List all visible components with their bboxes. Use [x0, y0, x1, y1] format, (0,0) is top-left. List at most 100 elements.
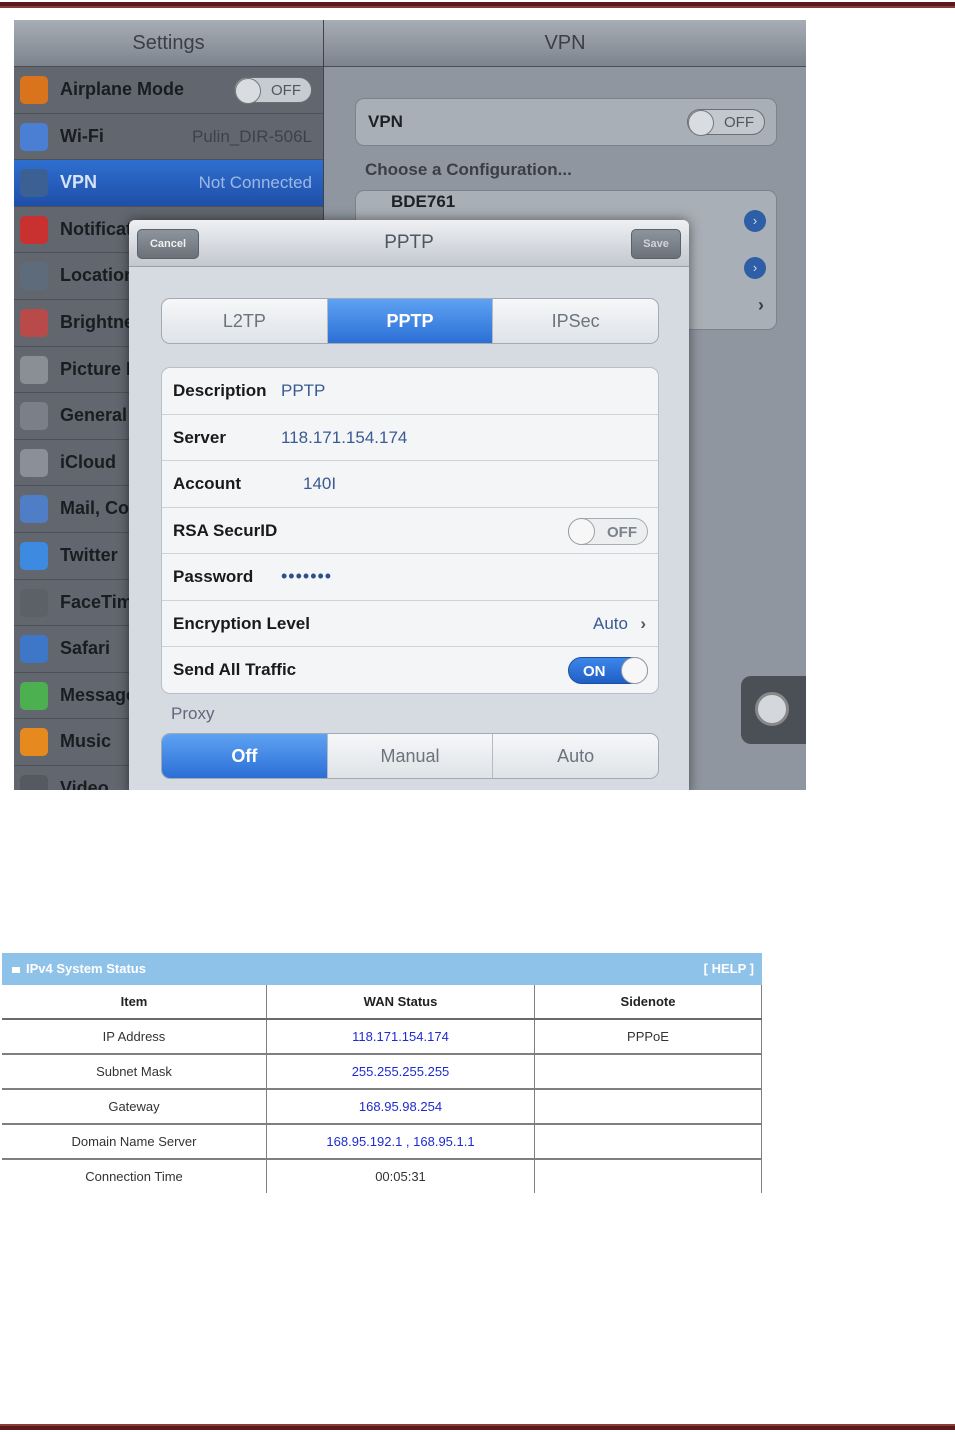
server-row[interactable]: Server 118.171.154.174 — [162, 415, 658, 461]
toggle-knob — [621, 657, 648, 684]
sidebar-item-label: VPN — [60, 172, 98, 193]
proxy-manual[interactable]: Manual — [328, 734, 494, 778]
account-row[interactable]: Account 140I — [162, 461, 658, 508]
settings-title: Settings — [14, 20, 323, 67]
music-icon — [20, 728, 48, 757]
save-button[interactable]: Save — [631, 229, 681, 259]
top-rule — [0, 2, 955, 8]
row-item: Connection Time — [2, 1159, 267, 1193]
assistive-touch-button[interactable] — [741, 676, 806, 744]
rsa-toggle-text: OFF — [607, 523, 637, 541]
status-title: IPv4 System Status — [26, 961, 146, 976]
bullet-icon — [12, 966, 20, 973]
sidebar-item-label: Music — [60, 731, 112, 752]
sidebar-item-label: FaceTim — [60, 591, 133, 612]
proxy-off[interactable]: Off — [162, 734, 328, 778]
safari-icon — [20, 635, 48, 664]
server-field[interactable]: 118.171.154.174 — [281, 415, 407, 460]
rsa-toggle[interactable]: OFF — [568, 517, 648, 545]
sidebar-item-label: Airplane Mode — [60, 79, 185, 99]
detail-disclosure-icon[interactable]: › — [744, 257, 766, 279]
segment-l2tp[interactable]: L2TP — [162, 299, 328, 343]
config-name: BDE761 — [391, 192, 456, 211]
password-row[interactable]: Password ••••••• — [162, 554, 658, 601]
row-wan: 255.255.255.255 — [266, 1054, 535, 1090]
send-all-traffic-row: Send All Traffic ON — [162, 647, 658, 693]
row-wan: 168.95.192.1 , 168.95.1.1 — [266, 1124, 535, 1160]
vpn-toggle-group: VPN OFF — [355, 98, 777, 146]
rsa-row: RSA SecurID OFF — [162, 508, 658, 554]
send-all-traffic-toggle[interactable]: ON — [568, 657, 648, 684]
status-header: IPv4 System Status [ HELP ] — [2, 953, 762, 985]
sidebar-item-label: Wi-Fi — [60, 125, 104, 146]
gear-icon — [20, 402, 48, 431]
sidebar-item-label: Video — [60, 777, 109, 790]
toggle-knob — [235, 78, 261, 104]
table-row: IP Address 118.171.154.174 PPPoE — [2, 1019, 762, 1055]
brightness-icon — [20, 308, 48, 337]
send-all-traffic-label: Send All Traffic — [173, 660, 297, 679]
column-header: Sidenote — [534, 985, 762, 1020]
segment-ipsec[interactable]: IPSec — [493, 299, 658, 343]
row-wan: 168.95.98.254 — [266, 1089, 535, 1125]
segment-pptp[interactable]: PPTP — [327, 299, 494, 343]
sidebar-item-value: Pulin_DIR-506L — [191, 126, 312, 146]
sidebar-item[interactable]: Wi-Fi Pulin_DIR-506L — [14, 113, 323, 161]
messages-icon — [20, 681, 48, 710]
mail-icon — [20, 495, 48, 524]
vpn-toggle-text: OFF — [724, 114, 754, 131]
row-note — [534, 1089, 762, 1125]
description-row[interactable]: Description PPTP — [162, 368, 658, 415]
sidebar-item-label: Brightne — [60, 311, 134, 332]
row-item: Domain Name Server — [2, 1124, 267, 1160]
vpn-label: VPN — [368, 112, 403, 131]
encryption-row[interactable]: Encryption Level Auto › — [162, 601, 658, 647]
sidebar-item-label: Mail, Co — [60, 498, 130, 519]
sidebar-item[interactable]: Airplane Mode OFF — [14, 67, 323, 114]
sidebar-item-label: Notificat — [60, 218, 132, 239]
twitter-icon — [20, 541, 48, 570]
bottom-rule — [0, 1424, 955, 1430]
sidebar-item-label: Location — [60, 265, 135, 286]
table-row: Subnet Mask 255.255.255.255 — [2, 1054, 762, 1090]
sidebar-item-label: Safari — [60, 638, 111, 659]
server-label: Server — [173, 427, 226, 447]
sidebar-item-label: iCloud — [60, 451, 116, 472]
account-field[interactable]: 140I — [303, 461, 336, 506]
sidebar-item-value: Not Connected — [198, 173, 312, 193]
row-item: Subnet Mask — [2, 1054, 267, 1090]
table-row: Gateway 168.95.98.254 — [2, 1089, 762, 1125]
home-circle-icon — [755, 692, 789, 726]
row-note — [534, 1159, 762, 1193]
proxy-segment: Off Manual Auto — [161, 733, 659, 779]
airplane-toggle[interactable]: OFF — [234, 77, 312, 104]
vpn-icon — [20, 169, 48, 198]
help-link[interactable]: [ HELP ] — [704, 953, 754, 985]
ipad-screenshot: Settings Airplane Mode OFF Wi-Fi Pulin_DIR-… — [14, 20, 806, 790]
vpn-toggle[interactable]: OFF — [687, 109, 765, 136]
ipv4-status-panel: IPv4 System Status [ HELP ] Item WAN Sta… — [2, 953, 762, 1193]
row-note: PPPoE — [534, 1019, 762, 1055]
sidebar-item-label: Message — [60, 684, 137, 705]
description-field[interactable]: PPTP — [281, 368, 325, 413]
column-header: Item — [2, 985, 267, 1020]
account-label: Account — [173, 474, 241, 493]
vpn-type-segment: L2TP PPTP IPSec — [161, 298, 659, 344]
facetime-icon — [20, 588, 48, 617]
sidebar-item[interactable]: VPN Not Connected — [14, 160, 323, 207]
sidebar-item-label: Picture F — [60, 358, 138, 379]
rsa-label: RSA SecurID — [173, 520, 278, 540]
wifi-icon — [20, 122, 48, 151]
row-wan: 118.171.154.174 — [266, 1019, 535, 1055]
proxy-auto[interactable]: Auto — [493, 734, 658, 778]
chevron-right-icon: › — [640, 613, 646, 633]
vpn-title: VPN — [324, 20, 806, 67]
detail-disclosure-icon[interactable]: › — [744, 210, 766, 232]
airplane-icon — [20, 76, 48, 104]
encryption-label: Encryption Level — [173, 613, 310, 633]
encryption-value: Auto — [593, 613, 628, 633]
pptp-form: Description PPTP Server 118.171.154.174 … — [161, 367, 659, 694]
notifications-icon — [20, 215, 48, 244]
picture-frame-icon — [20, 355, 48, 384]
password-field[interactable]: ••••••• — [281, 554, 332, 599]
